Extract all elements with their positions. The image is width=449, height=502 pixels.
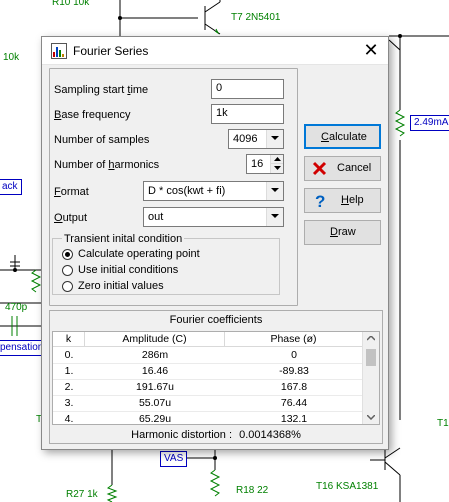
table-cell: 0. <box>64 349 74 361</box>
base-frequency-input[interactable]: 1k <box>211 104 284 124</box>
close-icon: ✕ <box>363 40 379 60</box>
table-cell: 286m <box>141 349 169 361</box>
num-samples-select[interactable]: 4096 <box>228 129 284 149</box>
schematic-label-ack: ack <box>0 179 22 195</box>
radio-unchecked-icon[interactable] <box>62 281 73 292</box>
table-cell: 3. <box>64 397 74 409</box>
sampling-start-input[interactable]: 0 <box>211 79 284 99</box>
dialog-titlebar[interactable]: Fourier Series ✕ <box>42 37 388 65</box>
schematic-label-t16: T16 KSA1381 <box>316 481 379 492</box>
close-button[interactable]: ✕ <box>354 37 388 65</box>
spin-up-icon[interactable] <box>270 155 283 164</box>
chevron-down-icon[interactable] <box>266 208 283 226</box>
calculate-button[interactable]: Calculate <box>304 124 381 149</box>
spin-down-icon[interactable] <box>270 164 283 173</box>
schematic-label-10k: 10k <box>3 52 20 63</box>
table-scrollbar[interactable] <box>362 332 379 424</box>
schematic-label-current: 2.49mA <box>410 115 449 131</box>
coefficients-title: Fourier coefficients <box>169 314 263 326</box>
schematic-label-r27: R27 1k <box>66 489 98 500</box>
table-cell: 191.67u <box>136 381 174 393</box>
dialog-title: Fourier Series <box>73 44 149 58</box>
table-cell: 55.07u <box>138 397 172 409</box>
fourier-series-dialog: Fourier Series ✕ Sampling start time 0 B… <box>41 36 389 450</box>
cancel-button[interactable]: Cancel <box>304 156 381 181</box>
schematic-label-t7: T7 2N5401 <box>231 12 281 23</box>
fourier-coefficients-panel: Fourier coefficients k Amplitude (C) Pha… <box>49 310 383 444</box>
harmonic-distortion-label: Harmonic distortion : <box>131 429 233 441</box>
coefficients-table[interactable]: k Amplitude (C) Phase (ø) 0. 286m 0 1. 1… <box>52 331 380 425</box>
help-question-icon: ? <box>315 192 325 210</box>
table-cell: 4. <box>64 413 74 425</box>
format-label: Format <box>54 186 89 198</box>
transient-condition-legend: Transient inital condition <box>62 233 185 245</box>
schematic-label-r10: R10 10k <box>52 0 90 8</box>
schematic-label-t1: T1 <box>437 418 449 429</box>
chevron-down-icon[interactable] <box>266 182 283 200</box>
column-header-amplitude[interactable]: Amplitude (C) <box>85 332 225 347</box>
column-header-k[interactable]: k <box>53 332 85 347</box>
help-button[interactable]: ? Help <box>304 188 381 213</box>
table-cell: 16.46 <box>141 365 169 377</box>
format-select[interactable]: D * cos(kwt + fi) <box>143 181 284 201</box>
table-cell: 2. <box>64 381 74 393</box>
sampling-start-label: Sampling start time <box>54 84 149 96</box>
radio-checked-icon[interactable] <box>62 249 73 260</box>
base-frequency-label: Base frequency <box>54 109 131 121</box>
harmonic-distortion-readout: Harmonic distortion : 0.0014368% <box>50 429 382 441</box>
table-cell: -89.83 <box>279 365 309 377</box>
table-cell: 0 <box>291 349 297 361</box>
radio-unchecked-icon[interactable] <box>62 265 73 276</box>
fourier-app-icon <box>51 43 67 59</box>
table-cell: 65.29u <box>138 413 172 425</box>
cancel-x-icon <box>312 161 327 176</box>
column-header-phase[interactable]: Phase (ø) <box>225 332 363 347</box>
draw-button[interactable]: Draw <box>304 220 381 245</box>
schematic-label-r18: R18 22 <box>236 485 269 496</box>
scroll-down-icon[interactable] <box>367 415 375 420</box>
output-select[interactable]: out <box>143 207 284 227</box>
table-cell: 76.44 <box>280 397 308 409</box>
svg-text:?: ? <box>315 192 325 210</box>
table-cell: 167.8 <box>280 381 308 393</box>
schematic-label-cap: 470p <box>5 302 28 313</box>
num-harmonics-label: Number of harmonics <box>54 159 160 171</box>
harmonic-distortion-value: 0.0014368% <box>239 429 301 441</box>
table-cell: 1. <box>64 365 74 377</box>
schematic-label-vas: VAS <box>160 451 188 467</box>
chevron-down-icon[interactable] <box>266 130 283 148</box>
scroll-up-icon[interactable] <box>367 336 375 341</box>
num-harmonics-stepper[interactable]: 16 <box>246 154 284 174</box>
scrollbar-thumb[interactable] <box>366 349 376 366</box>
table-cell: 132.1 <box>280 413 308 425</box>
output-label: Output <box>54 212 88 224</box>
num-samples-label: Number of samples <box>54 134 150 146</box>
